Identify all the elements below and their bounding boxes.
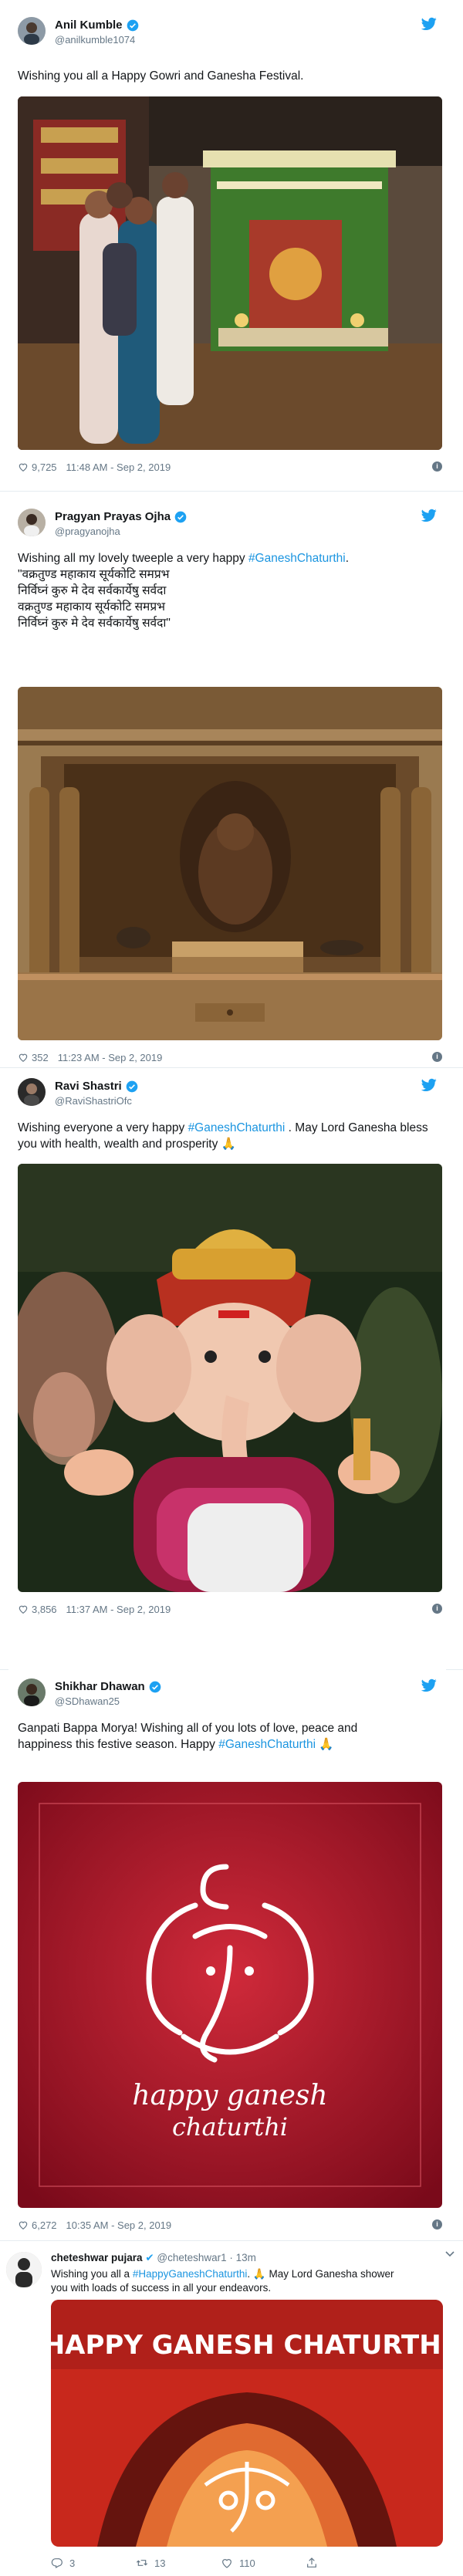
retweet-button[interactable]: 13 <box>136 2557 221 2569</box>
twitter-bird-icon[interactable] <box>421 1678 437 1692</box>
text-line: Wishing all my lovely tweeple a very hap… <box>18 552 350 565</box>
divider <box>0 491 463 492</box>
card-text-line-1: happy ganesh <box>132 2080 327 2111</box>
tweet-timestamp[interactable]: 11:48 AM - Sep 2, 2019 <box>66 461 171 473</box>
divider <box>0 1067 463 1068</box>
tweet-text: Wishing you all a Happy Gowri and Ganesh… <box>18 69 304 83</box>
verified-badge-icon <box>149 1681 161 1692</box>
share-icon <box>307 2557 316 2568</box>
avatar[interactable] <box>18 509 46 536</box>
retweet-icon <box>136 2560 148 2566</box>
reply-icon <box>51 2558 63 2569</box>
author-name[interactable]: Pragyan Prayas Ojha <box>55 510 187 523</box>
tweet-pragyan-ojha: Pragyan Prayas Ojha @pragyanojha Wishing… <box>8 499 446 1066</box>
divider <box>0 2240 463 2241</box>
heart-icon[interactable] <box>18 461 29 472</box>
tweet-header: Shikhar Dhawan @SDhawan25 <box>8 1669 446 1709</box>
text-line: Ganpati Bappa Morya! Wishing all of you … <box>18 1722 358 1735</box>
verified-badge-icon <box>126 1080 138 1092</box>
text-line: वक्रतुण्ड महाकाय सूर्यकोटि समप्रभ <box>18 600 166 614</box>
tweet-footer: 3,856 11:37 AM - Sep 2, 2019 i <box>18 1601 442 1617</box>
banner-text: HAPPY GANESH CHATURTHI <box>51 2330 443 2361</box>
twitter-bird-icon[interactable] <box>421 1078 437 1092</box>
tweet-text: Ganpati Bappa Morya! Wishing all of you … <box>18 1720 441 1753</box>
tweet-timestamp[interactable]: 10:35 AM - Sep 2, 2019 <box>66 2219 172 2231</box>
info-icon[interactable]: i <box>432 2219 442 2229</box>
author-name[interactable]: Anil Kumble <box>55 19 139 32</box>
heart-icon[interactable] <box>18 1052 29 1063</box>
tweet-photo-wooden-ganesha-shrine[interactable] <box>18 687 442 1040</box>
chevron-down-icon[interactable] <box>444 2250 455 2258</box>
tweet-cheteshwar-pujara: cheteshwar pujara ✔ @cheteshwar1 · 13m W… <box>6 2247 458 2574</box>
tweet-image-happy-ganesh-chaturthi[interactable]: HAPPY GANESH CHATURTHI <box>51 2300 443 2547</box>
author-name[interactable]: cheteshwar pujara <box>51 2252 143 2263</box>
like-count: 3,856 <box>32 1603 57 1615</box>
tweet-photo-family-ganesha-mandap[interactable] <box>18 96 442 450</box>
tweet-footer: 352 11:23 AM - Sep 2, 2019 i <box>18 1050 442 1065</box>
heart-icon <box>222 2559 231 2568</box>
like-count: 9,725 <box>32 461 57 473</box>
hashtag-link[interactable]: #GaneshChaturthi <box>218 1738 316 1751</box>
tweet-image-ganesh-chaturthi-card[interactable]: happy ganesh chaturthi <box>18 1782 442 2208</box>
hashtag-link[interactable]: #GaneshChaturthi <box>248 552 346 565</box>
verified-badge-icon <box>127 19 138 31</box>
author-name[interactable]: Shikhar Dhawan <box>55 1680 161 1693</box>
tweet-header: Anil Kumble @anilkumble1074 <box>8 8 446 48</box>
avatar[interactable] <box>18 1078 46 1106</box>
retweet-count: 13 <box>154 2557 166 2569</box>
heart-icon[interactable] <box>18 1604 29 1614</box>
avatar[interactable] <box>6 2252 42 2287</box>
tweet-text: Wishing everyone a very happy #GaneshCha… <box>18 1121 428 1151</box>
like-button[interactable]: 110 <box>221 2557 306 2569</box>
author-handle[interactable]: @pragyanojha <box>55 526 120 537</box>
like-count: 6,272 <box>32 2219 57 2231</box>
tweet-header: Pragyan Prayas Ojha @pragyanojha <box>8 499 446 539</box>
tweet-text: Wishing you all a #HappyGaneshChaturthi.… <box>51 2268 394 2294</box>
info-icon[interactable]: i <box>432 1052 442 1062</box>
tweet-actions: 3 13 110 <box>51 2554 390 2571</box>
tweet-photo-ganesha-idol[interactable] <box>18 1164 442 1592</box>
author-handle[interactable]: @SDhawan25 <box>55 1695 120 1707</box>
text-line: निर्विघ्नं कुरु मे देव सर्वकार्येषु सर्व… <box>18 584 167 597</box>
reply-button[interactable]: 3 <box>51 2557 136 2569</box>
verified-badge-icon: ✔ <box>145 2252 154 2263</box>
verified-badge-icon <box>174 511 187 522</box>
avatar[interactable] <box>18 1678 46 1706</box>
twitter-bird-icon[interactable] <box>421 509 437 522</box>
tweet-shikhar-dhawan: Shikhar Dhawan @SDhawan25 Ganpati Bappa … <box>8 1669 446 2242</box>
tweet-timestamp[interactable]: 11:37 AM - Sep 2, 2019 <box>66 1604 171 1615</box>
tweet-text: Wishing all my lovely tweeple a very hap… <box>18 550 441 631</box>
tweet-footer: 6,272 10:35 AM - Sep 2, 2019 i <box>18 2217 442 2233</box>
info-icon[interactable]: i <box>432 1604 442 1614</box>
like-count: 110 <box>239 2557 255 2569</box>
twitter-bird-icon[interactable] <box>421 17 437 31</box>
author-line[interactable]: cheteshwar pujara ✔ @cheteshwar1 · 13m <box>51 2252 256 2264</box>
share-button[interactable] <box>306 2557 390 2569</box>
like-count: 352 <box>32 1051 49 1063</box>
author-handle[interactable]: @cheteshwar1 <box>157 2252 226 2263</box>
text-line: happiness this festive season. Happy #Ga… <box>18 1738 334 1751</box>
author-handle[interactable]: @RaviShastriOfc <box>55 1095 132 1107</box>
tweet-age: · 13m <box>229 2252 256 2263</box>
text-line: निर्विघ्नं कुरु मे देव सर्वकार्येषु सर्व… <box>18 617 171 630</box>
hashtag-link[interactable]: #HappyGaneshChaturthi <box>133 2268 248 2280</box>
author-name[interactable]: Ravi Shastri <box>55 1080 138 1093</box>
tweet-header: Ravi Shastri @RaviShastriOfc <box>8 1069 446 1109</box>
avatar[interactable] <box>18 17 46 45</box>
tweet-anil-kumble: Anil Kumble @anilkumble1074 Wishing you … <box>8 8 446 502</box>
reply-count: 3 <box>69 2557 76 2569</box>
tweet-ravi-shastri: Ravi Shastri @RaviShastriOfc Wishing eve… <box>8 1069 446 1671</box>
info-icon[interactable]: i <box>432 461 442 472</box>
tweet-timestamp[interactable]: 11:23 AM - Sep 2, 2019 <box>58 1052 163 1063</box>
heart-icon[interactable] <box>18 2219 29 2230</box>
tweet-footer: 9,725 11:48 AM - Sep 2, 2019 i <box>18 459 442 475</box>
author-handle[interactable]: @anilkumble1074 <box>55 34 135 46</box>
hashtag-link[interactable]: #GaneshChaturthi <box>188 1121 286 1134</box>
text-line: "वक्रतुण्ड महाकाय सूर्यकोटि समप्रभ <box>18 568 170 581</box>
card-text-line-2: chaturthi <box>172 2112 288 2142</box>
